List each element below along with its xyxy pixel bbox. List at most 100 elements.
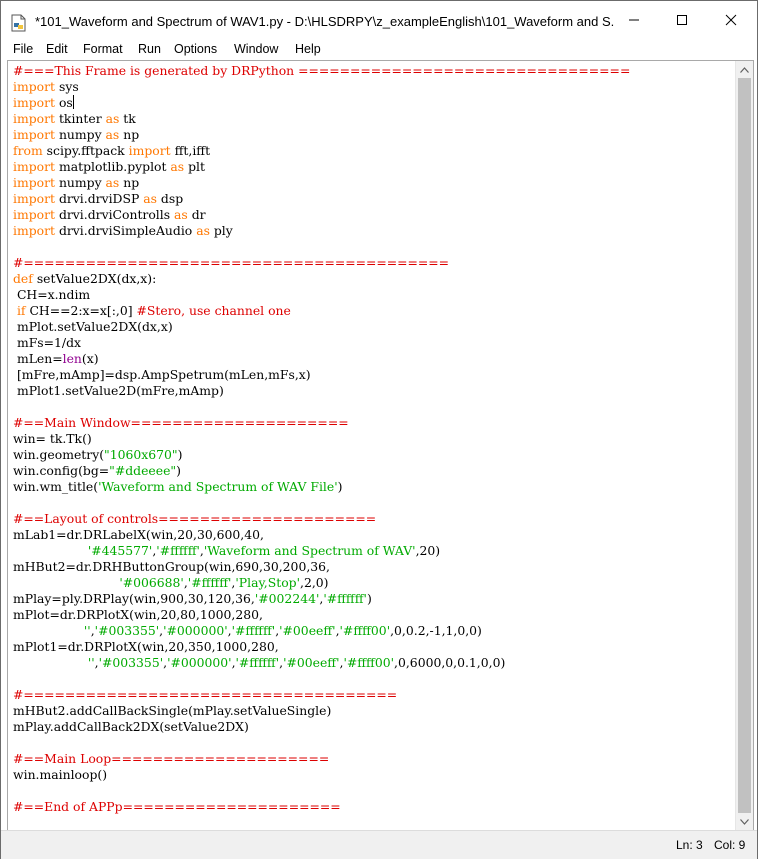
code-line[interactable]: '#006688','#ffffff','Play,Stop',2,0)	[13, 575, 630, 591]
code-token-string: '#002244'	[254, 591, 320, 606]
code-editor[interactable]: #===This Frame is generated by DRPython …	[7, 60, 754, 831]
text-cursor	[72, 95, 74, 109]
code-token-keyword: as	[196, 223, 210, 238]
code-line[interactable]: mPlot=dr.DRPlotX(win,20,80,1000,280,	[13, 607, 630, 623]
code-token-text: numpy	[55, 127, 106, 142]
code-line[interactable]: #==End of APPp=====================	[13, 799, 630, 815]
code-token-text: ,0,6000,0,0.1,0,0)	[394, 655, 506, 670]
code-line[interactable]: win.config(bg="#ddeeee")	[13, 463, 630, 479]
menu-help[interactable]: Help	[295, 42, 321, 56]
code-line[interactable]: '','#003355','#000000','#ffffff','#00eef…	[13, 655, 630, 671]
idle-editor-window: *101_Waveform and Spectrum of WAV1.py - …	[0, 0, 758, 859]
code-token-keyword: if	[16, 303, 26, 318]
code-token-string: ''	[83, 623, 91, 638]
code-token-text: scipy.fftpack	[42, 143, 129, 158]
code-line[interactable]: '#445577','#ffffff','Waveform and Spectr…	[13, 543, 630, 559]
code-token-keyword: import	[128, 143, 171, 158]
menu-options[interactable]: Options	[174, 42, 217, 56]
code-line[interactable]: win.wm_title('Waveform and Spectrum of W…	[13, 479, 630, 495]
code-line[interactable]: #====================================	[13, 687, 630, 703]
code-token-text: matplotlib.pyplot	[55, 159, 171, 174]
code-token-text: win.wm_title(	[13, 479, 99, 494]
code-token-string: '#000000'	[163, 623, 228, 638]
code-token-keyword: import	[13, 223, 56, 238]
code-token-string: "1060x670"	[104, 447, 178, 462]
code-line[interactable]: mFs=1/dx	[13, 335, 630, 351]
code-line[interactable]	[13, 495, 630, 511]
code-line[interactable]: def setValue2DX(dx,x):	[13, 271, 630, 287]
code-line[interactable]: mHBut2.addCallBackSingle(mPlay.setValueS…	[13, 703, 630, 719]
code-line[interactable]	[13, 783, 630, 799]
code-line[interactable]: import numpy as np	[13, 127, 630, 143]
code-token-text: mPlay.addCallBack2DX(setValue2DX)	[13, 719, 249, 734]
code-token-text: np	[119, 175, 140, 190]
menu-edit[interactable]: Edit	[46, 42, 68, 56]
code-token-text: tkinter	[55, 111, 106, 126]
close-icon	[725, 14, 737, 26]
code-line[interactable]: '','#003355','#000000','#ffffff','#00eef…	[13, 623, 630, 639]
code-line[interactable]: mPlay.addCallBack2DX(setValue2DX)	[13, 719, 630, 735]
code-token-string: 'Waveform and Spectrum of WAV File'	[98, 479, 338, 494]
code-text[interactable]: #===This Frame is generated by DRPython …	[13, 63, 630, 815]
code-line[interactable]: import drvi.drviControlls as dr	[13, 207, 630, 223]
code-token-text: win.geometry(	[13, 447, 105, 462]
code-token-keyword: import	[13, 79, 56, 94]
code-line[interactable]: import tkinter as tk	[13, 111, 630, 127]
code-line[interactable]	[13, 671, 630, 687]
code-token-text: [mFre,mAmp]=dsp.AmpSpetrum(mLen,mFs,x)	[13, 367, 311, 382]
code-line[interactable]: mPlay=ply.DRPlay(win,900,30,120,36,'#002…	[13, 591, 630, 607]
code-line[interactable]: mHBut2=dr.DRHButtonGroup(win,690,30,200,…	[13, 559, 630, 575]
code-line[interactable]: #===This Frame is generated by DRPython …	[13, 63, 630, 79]
menu-format[interactable]: Format	[83, 42, 123, 56]
scroll-up-arrow-icon[interactable]	[736, 61, 753, 78]
scrollbar-thumb[interactable]	[738, 78, 751, 813]
maximize-icon	[677, 15, 687, 25]
code-line[interactable]: import numpy as np	[13, 175, 630, 191]
code-line[interactable]: #=======================================…	[13, 255, 630, 271]
code-token-comment: #===This Frame is generated by DRPython …	[13, 63, 631, 78]
menu-file[interactable]: File	[13, 42, 33, 56]
code-line[interactable]: #==Main Window=====================	[13, 415, 630, 431]
code-token-string: '#003355'	[98, 655, 164, 670]
vertical-scrollbar[interactable]	[735, 61, 753, 830]
code-token-text: ,2,0)	[300, 575, 329, 590]
code-line[interactable]: import drvi.drviSimpleAudio as ply	[13, 223, 630, 239]
code-line[interactable]: #==Layout of controls===================…	[13, 511, 630, 527]
minimize-button[interactable]	[611, 1, 657, 39]
code-token-text: )	[337, 479, 343, 494]
scroll-down-arrow-icon[interactable]	[736, 813, 753, 830]
code-line[interactable]: mPlot1=dr.DRPlotX(win,20,350,1000,280,	[13, 639, 630, 655]
code-token-text: tk	[119, 111, 136, 126]
code-line[interactable]: CH=x.ndim	[13, 287, 630, 303]
menu-window[interactable]: Window	[234, 42, 278, 56]
code-line[interactable]: mPlot.setValue2DX(dx,x)	[13, 319, 630, 335]
code-line[interactable]: win.geometry("1060x670")	[13, 447, 630, 463]
code-token-text: ply	[209, 223, 233, 238]
code-line[interactable]	[13, 735, 630, 751]
code-line[interactable]: mLen=len(x)	[13, 351, 630, 367]
maximize-button[interactable]	[659, 1, 705, 39]
code-line[interactable]: mLab1=dr.DRLabelX(win,20,30,600,40,	[13, 527, 630, 543]
code-line[interactable]: import drvi.drviDSP as dsp	[13, 191, 630, 207]
code-line[interactable]: [mFre,mAmp]=dsp.AmpSpetrum(mLen,mFs,x)	[13, 367, 630, 383]
code-token-text: fft,ifft	[170, 143, 211, 158]
code-token-string: '#ffffff'	[187, 575, 232, 590]
code-line[interactable]: #==Main Loop=====================	[13, 751, 630, 767]
code-line[interactable]: mPlot1.setValue2D(mFre,mAmp)	[13, 383, 630, 399]
close-button[interactable]	[708, 1, 754, 39]
code-line[interactable]: win.mainloop()	[13, 767, 630, 783]
code-line[interactable]: if CH==2:x=x[:,0] #Stero, use channel on…	[13, 303, 630, 319]
code-line[interactable]	[13, 239, 630, 255]
code-line[interactable]: win= tk.Tk()	[13, 431, 630, 447]
title-bar[interactable]: *101_Waveform and Spectrum of WAV1.py - …	[1, 1, 757, 39]
code-line[interactable]: import sys	[13, 79, 630, 95]
menu-run[interactable]: Run	[138, 42, 161, 56]
code-line[interactable]: import os	[13, 95, 630, 111]
code-line[interactable]: import matplotlib.pyplot as plt	[13, 159, 630, 175]
code-line[interactable]	[13, 399, 630, 415]
code-line[interactable]: from scipy.fftpack import fft,ifft	[13, 143, 630, 159]
status-column: Col: 9	[714, 838, 746, 852]
code-token-text: mHBut2.addCallBackSingle(mPlay.setValueS…	[13, 703, 332, 718]
